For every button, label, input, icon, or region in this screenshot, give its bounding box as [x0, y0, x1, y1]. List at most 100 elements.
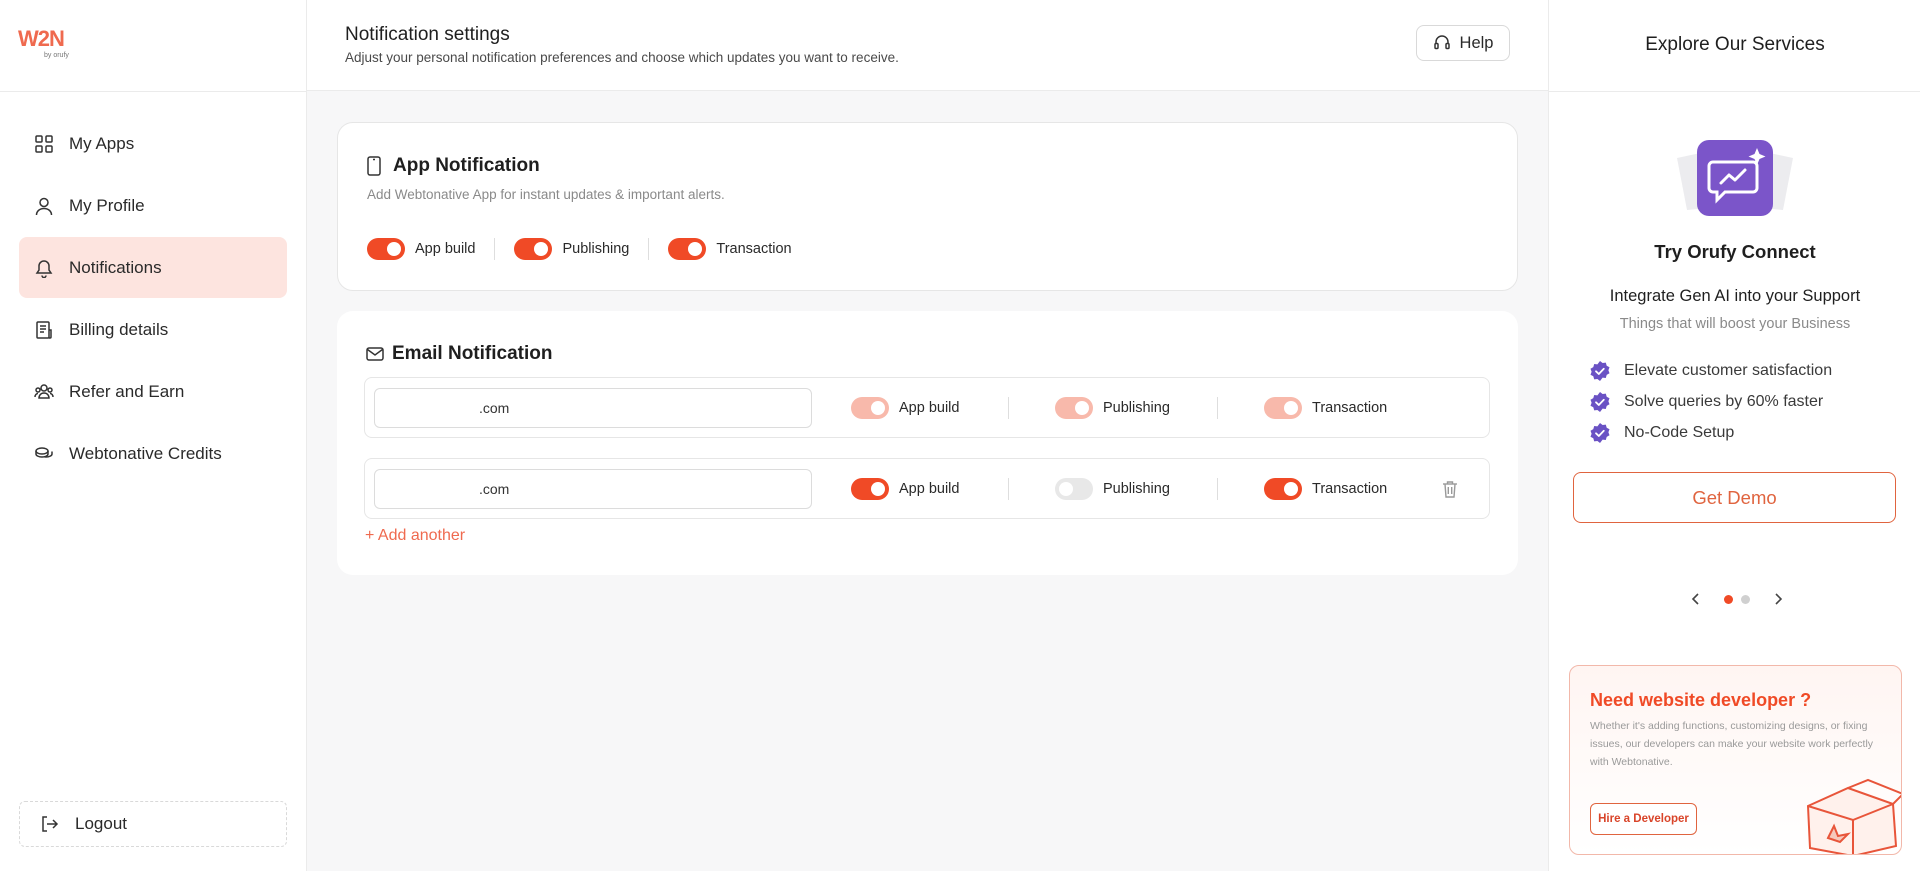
promo-feature-list: Elevate customer satisfaction Solve quer… [1589, 355, 1832, 448]
carousel-dot[interactable] [1724, 594, 1733, 604]
w2n-logo[interactable]: W2N by orufy [18, 22, 78, 62]
toggle-label: Publishing [562, 241, 630, 257]
sidebar-item-billing-details[interactable]: Billing details [19, 299, 287, 360]
sidebar-item-label: My Profile [69, 195, 145, 215]
publishing-toggle-group: Publishing [1055, 397, 1170, 419]
bell-icon [33, 257, 55, 279]
logout-button[interactable]: Logout [19, 801, 287, 847]
carousel-dot[interactable] [1741, 594, 1750, 604]
feature-text: No-Code Setup [1624, 423, 1735, 441]
mail-icon [366, 344, 384, 364]
app-notification-title: App Notification [367, 155, 540, 177]
email-notification-title-text: Email Notification [392, 343, 553, 364]
toggle-label: App build [415, 241, 476, 257]
toggle-divider [1008, 397, 1009, 419]
feature-text: Elevate customer satisfaction [1624, 361, 1833, 379]
explore-services-title: Explore Our Services [1645, 34, 1825, 55]
toggle-label: Publishing [1103, 400, 1170, 416]
logout-label: Logout [75, 814, 127, 833]
sidebar-item-webtonative-credits[interactable]: Webtonative Credits [19, 423, 287, 484]
users-icon [33, 381, 55, 403]
svg-text:W2N: W2N [18, 26, 64, 51]
help-button[interactable]: Help [1416, 25, 1510, 61]
toggle-label: Publishing [1103, 481, 1170, 497]
email-row: App build Publishing Transaction [364, 458, 1490, 519]
sidebar-item-label: Webtonative Credits [69, 443, 222, 463]
grid-icon [33, 133, 55, 155]
toggle-divider [1008, 478, 1009, 500]
coins-icon [33, 443, 55, 465]
sidebar-nav: My Apps My Profile Notifications Billing… [19, 113, 287, 485]
get-demo-button[interactable]: Get Demo [1573, 472, 1896, 523]
toggle-label: Transaction [1312, 481, 1388, 497]
developer-card-title: Need website developer ? [1590, 690, 1812, 710]
transaction-toggle[interactable] [1264, 397, 1302, 419]
feature-text: Solve queries by 60% faster [1624, 392, 1824, 410]
logout-icon [39, 813, 61, 835]
headset-icon [1433, 34, 1451, 52]
app-build-toggle[interactable] [851, 478, 889, 500]
sidebar-item-my-apps[interactable]: My Apps [19, 113, 287, 174]
promo-product-name: Try Orufy Connect [1654, 241, 1816, 262]
verified-badge-icon [1589, 391, 1611, 413]
panel-divider [1549, 91, 1920, 92]
app-build-toggle-group: App build [851, 478, 959, 500]
page-subtitle: Adjust your personal notification prefer… [345, 50, 899, 65]
explore-services-panel: Explore Our Services Try Orufy Connect I… [1548, 0, 1920, 871]
transaction-toggle[interactable] [1264, 478, 1302, 500]
email-notification-title: Email Notification [366, 343, 552, 365]
developer-card-description: Whether it's adding functions, customizi… [1590, 720, 1874, 768]
transaction-toggle[interactable] [668, 238, 707, 260]
app-notification-card: App Notification Add Webtonative App for… [337, 122, 1518, 291]
receipt-icon [33, 319, 55, 341]
page-header: Notification settings Adjust your person… [307, 0, 1548, 91]
toggle-label: Transaction [1312, 400, 1388, 416]
publishing-toggle[interactable] [1055, 397, 1093, 419]
add-another-email-link[interactable]: + Add another [365, 527, 465, 545]
email-row: App build Publishing Transaction [364, 377, 1490, 438]
page-title: Notification settings [345, 24, 510, 45]
email-input[interactable] [374, 388, 812, 428]
sidebar-item-label: My Apps [69, 133, 135, 153]
hire-developer-button[interactable]: Hire a Developer [1590, 803, 1697, 835]
toggle-label: App build [899, 400, 960, 416]
email-input[interactable] [374, 469, 812, 509]
publishing-toggle[interactable] [1055, 478, 1093, 500]
trash-icon[interactable] [1440, 479, 1460, 499]
app-build-toggle[interactable] [367, 238, 405, 260]
carousel-dots [1720, 594, 1754, 604]
promo-carousel-controls [1687, 588, 1787, 610]
user-icon [33, 195, 55, 217]
transaction-toggle-group: Transaction [1264, 397, 1387, 419]
publishing-toggle-group: Publishing [514, 238, 629, 260]
sidebar-item-label: Refer and Earn [69, 381, 185, 401]
promo-headline: Integrate Gen AI into your Support [1609, 287, 1861, 305]
publishing-toggle[interactable] [514, 238, 553, 260]
publishing-toggle-group: Publishing [1055, 478, 1170, 500]
sidebar-item-notifications[interactable]: Notifications [19, 237, 287, 298]
chevron-left-icon[interactable] [1687, 590, 1705, 608]
app-build-toggle[interactable] [851, 397, 889, 419]
transaction-toggle-group: Transaction [1264, 478, 1387, 500]
app-build-toggle-group: App build [851, 397, 959, 419]
toggle-divider [1217, 478, 1218, 500]
orufy-connect-chat-icon [1671, 138, 1799, 218]
promo-subheadline: Things that will boost your Business [1619, 316, 1851, 332]
sidebar-item-refer-and-earn[interactable]: Refer and Earn [19, 361, 287, 422]
box-illustration-icon [1798, 776, 1901, 854]
email-notification-card: Email Notification App build Publishing … [337, 311, 1518, 575]
mobile-phone-icon [367, 156, 385, 176]
app-notification-title-text: App Notification [393, 155, 540, 176]
sidebar-item-label: Billing details [69, 319, 169, 339]
chevron-right-icon[interactable] [1769, 590, 1787, 608]
verified-badge-icon [1589, 422, 1611, 444]
verified-badge-icon [1589, 360, 1611, 382]
sidebar-item-my-profile[interactable]: My Profile [19, 175, 287, 236]
transaction-toggle-group: Transaction [668, 238, 792, 260]
list-item: Solve queries by 60% faster [1589, 386, 1832, 417]
list-item: Elevate customer satisfaction [1589, 355, 1832, 386]
app-build-toggle-group: App build [367, 238, 475, 260]
sidebar: W2N by orufy My Apps My Profile Notifica… [0, 0, 307, 871]
toggle-label: Transaction [716, 241, 792, 257]
hire-developer-card: Need website developer ? Whether it's ad… [1569, 665, 1902, 855]
